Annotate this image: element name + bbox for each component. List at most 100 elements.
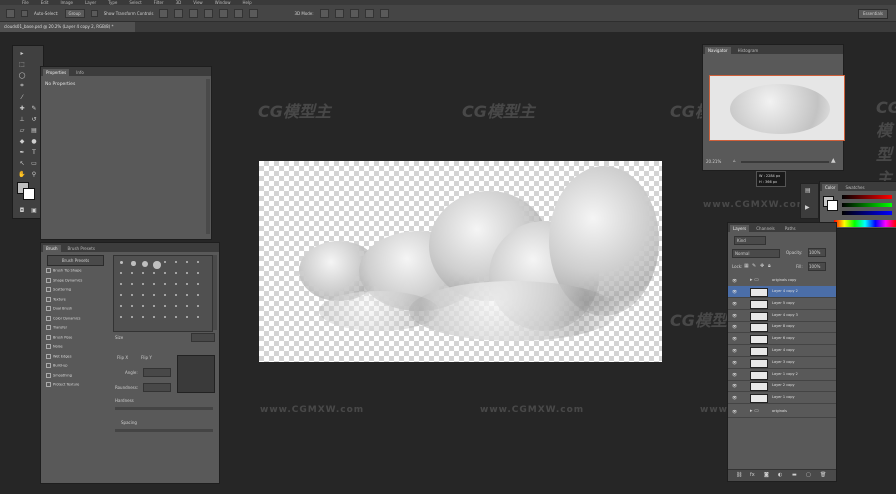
distribute-icon[interactable] [249,8,259,18]
layer-row[interactable]: 👁︎ Layer 2 copy [728,380,836,393]
brush-tip-preset[interactable] [120,261,123,264]
tab-color[interactable]: Color [822,184,839,191]
tab-navigator[interactable]: Navigator [705,47,731,54]
brush-tip-preset[interactable] [131,316,133,318]
visibility-eye-icon[interactable]: 👁︎ [732,372,737,377]
brush-tip-preset[interactable] [153,272,155,274]
lock-all-icon[interactable]: 🔒︎ [768,263,771,269]
brush-tip-preset[interactable] [164,294,166,296]
brush-tip-preset[interactable] [153,316,155,318]
link-layers-icon[interactable]: ⛓ [736,472,742,478]
visibility-eye-icon[interactable]: 👁︎ [732,395,737,400]
brush-tool-icon[interactable]: ✎ [29,104,39,112]
layer-row[interactable]: 👁︎ Layer 3 copy [728,357,836,369]
brush-setting-item[interactable]: Transfer [46,325,67,330]
brush-setting-item[interactable]: Brush Pose [46,334,72,340]
brush-setting-item[interactable]: Protect Texture [46,382,79,387]
background-color-swatch[interactable] [23,188,35,200]
eyedropper-tool-icon[interactable]: ⁄ [17,93,27,101]
align-top-icon[interactable] [159,8,169,18]
brush-tip-preset[interactable] [186,294,188,296]
brush-tip-preset[interactable] [120,283,122,285]
tab-properties[interactable]: Properties [43,69,70,76]
brush-tip-preset[interactable] [131,305,133,307]
layer-row[interactable]: 👁︎ Layer 1 copy [728,392,836,405]
brush-tip-preset[interactable] [142,305,144,307]
layer-row[interactable]: 👁︎ Layer 8 copy [728,321,836,334]
visibility-eye-icon[interactable]: 👁︎ [732,409,737,414]
brush-tip-preset[interactable] [131,272,133,274]
blue-slider[interactable] [842,211,892,215]
lock-position-icon[interactable]: ✥ [760,263,764,269]
shape-tool-icon[interactable]: ▭ [29,159,39,167]
new-group-icon[interactable]: ▬ [792,472,797,478]
layer-mask-icon[interactable]: ◙ [764,472,769,478]
document-tab[interactable]: clouds01_base.psd @ 20.2% (Layer 4 copy … [0,22,135,32]
screen-mode-icon[interactable]: ▣ [29,206,39,214]
flip-x-checkbox[interactable]: Flip X [117,355,128,360]
path-select-icon[interactable]: ↖ [17,159,27,167]
brush-tip-preset[interactable] [186,283,188,285]
brush-setting-item[interactable]: Smoothing [46,372,72,378]
brush-tip-preset[interactable] [164,261,166,263]
brush-tip-preset[interactable] [175,316,177,318]
brush-tip-preset[interactable] [153,261,161,269]
play-action-icon[interactable]: ▶ [805,204,810,211]
auto-select-checkbox[interactable] [21,9,28,17]
navigator-preview[interactable] [709,75,845,141]
brush-tip-preset[interactable] [175,261,177,263]
visibility-eye-icon[interactable]: 👁︎ [732,324,737,329]
brush-tip-preset[interactable] [175,272,177,274]
tab-channels[interactable]: Channels [753,225,778,232]
zoom-in-icon[interactable]: ▲ [831,157,836,164]
gradient-tool-icon[interactable]: ▤ [29,126,39,134]
brush-setting-checkbox[interactable] [46,382,51,387]
brush-tip-preset[interactable] [120,316,122,318]
visibility-eye-icon[interactable]: 👁︎ [732,278,737,283]
brush-tip-preset[interactable] [197,261,199,263]
brush-setting-checkbox[interactable] [46,344,51,349]
brush-presets-button[interactable]: Brush Presets [47,255,104,266]
brush-setting-item[interactable]: Noise [46,344,63,349]
align-center-icon[interactable] [219,8,229,18]
document-canvas[interactable] [259,161,662,362]
brush-tip-preset[interactable] [197,316,199,318]
brush-size-field[interactable] [191,333,215,342]
tab-info[interactable]: Info [73,69,87,76]
brush-tip-preset[interactable] [186,305,188,307]
dodge-tool-icon[interactable]: ● [29,137,39,145]
move-tool-icon[interactable] [6,8,15,18]
layer-row[interactable]: 👁︎ Layer 4 copy 2 [728,286,836,298]
brush-tip-preset[interactable] [120,272,122,274]
tab-brush-presets[interactable]: Brush Presets [65,245,98,252]
adjustment-layer-icon[interactable]: ◐ [778,472,782,478]
brush-tip-preset[interactable] [142,272,144,274]
3d-rotate-icon[interactable] [319,8,329,18]
brush-tip-preset[interactable] [142,294,144,296]
properties-scrollbar[interactable] [206,79,210,234]
flip-y-checkbox[interactable]: Flip Y [141,355,152,360]
brush-tip-preset[interactable] [120,305,122,307]
tab-paths[interactable]: Paths [782,225,799,232]
brush-tip-preset[interactable] [197,283,199,285]
layer-row[interactable]: 👁︎ Layer 4 copy 3 [728,310,836,322]
brush-tip-preset[interactable] [131,283,133,285]
brush-setting-checkbox[interactable] [46,296,51,302]
brush-setting-checkbox[interactable] [46,363,51,368]
layer-row[interactable]: 👁︎ Layer 5 copy [728,298,836,310]
3d-slide-icon[interactable] [364,8,374,18]
brush-tip-preset[interactable] [186,272,188,274]
brush-tip-preset[interactable] [153,294,155,296]
brush-setting-checkbox[interactable] [46,287,51,292]
stamp-tool-icon[interactable]: ⊥ [17,115,27,123]
brush-tip-preset[interactable] [197,305,199,307]
brush-setting-checkbox[interactable] [46,325,51,330]
visibility-eye-icon[interactable]: 👁︎ [732,360,737,365]
brush-angle-preview[interactable] [177,355,215,393]
3d-scale-icon[interactable] [379,8,389,18]
brush-tip-preset[interactable] [142,261,148,267]
brush-setting-checkbox[interactable] [46,353,51,359]
brush-tip-preset[interactable] [186,316,188,318]
align-right-icon[interactable] [234,8,244,18]
layer-row[interactable]: 👁︎ Layer 4 copy [728,345,836,357]
